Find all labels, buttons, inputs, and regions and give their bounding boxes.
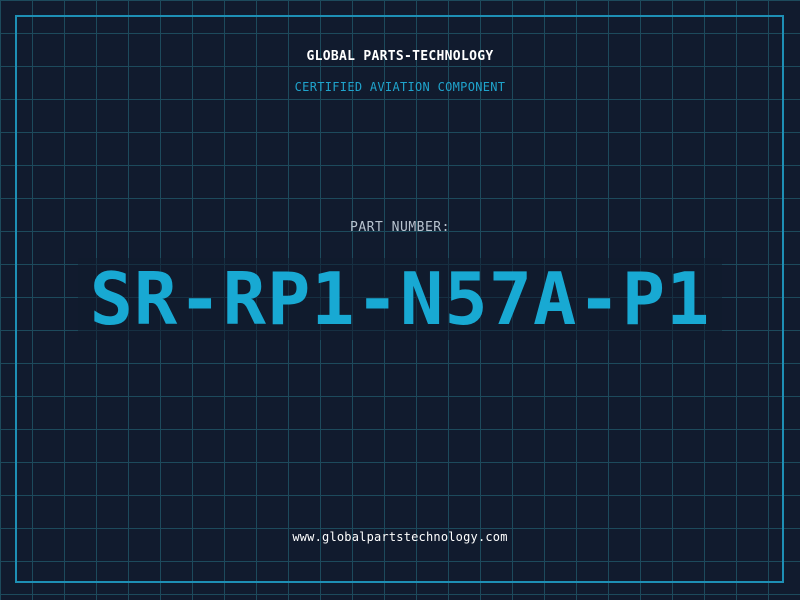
company-name: GLOBAL PARTS-TECHNOLOGY: [306, 49, 494, 64]
website-url: www.globalpartstechnology.com: [292, 530, 508, 544]
part-number-label: PART NUMBER:: [350, 220, 450, 235]
blueprint-canvas: GLOBAL PARTS-TECHNOLOGY CERTIFIED AVIATI…: [0, 0, 800, 600]
part-number-value: SR-RP1-N57A-P1: [78, 258, 722, 340]
certification-tagline: CERTIFIED AVIATION COMPONENT: [294, 80, 506, 94]
